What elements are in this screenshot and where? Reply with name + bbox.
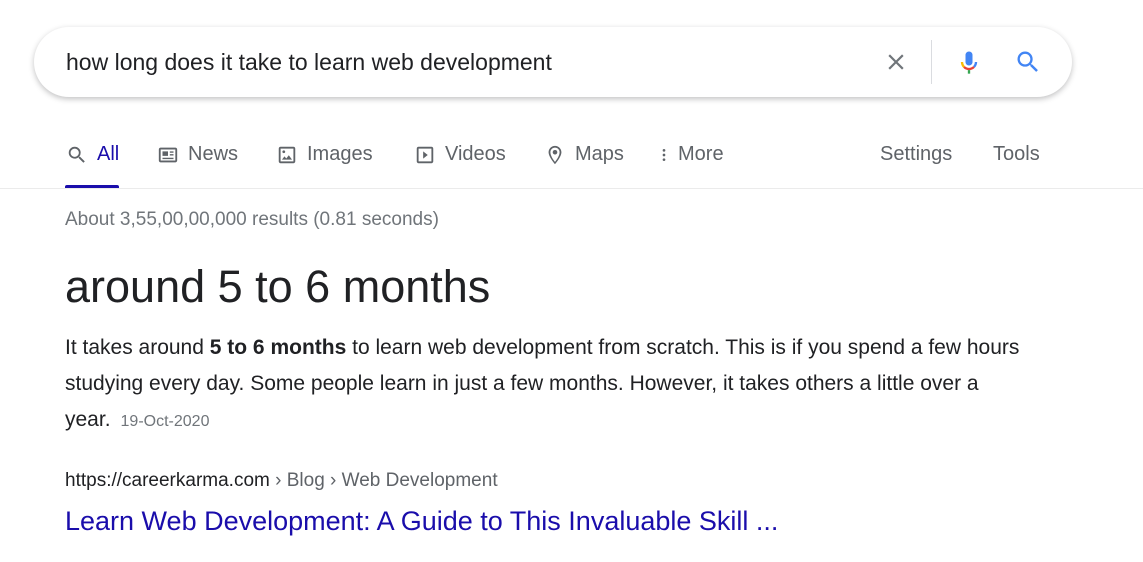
search-box-divider (931, 40, 932, 84)
result-title-link[interactable]: Learn Web Development: A Guide to This I… (65, 506, 778, 537)
snippet-highlight: 5 to 6 months (209, 336, 347, 359)
map-pin-icon (543, 143, 567, 167)
tab-maps-label: Maps (575, 143, 624, 165)
result-cite[interactable]: https://careerkarma.com › Blog › Web Dev… (65, 470, 498, 492)
result-domain: https://careerkarma.com (65, 470, 270, 491)
tab-settings[interactable]: Settings (880, 135, 952, 188)
snippet-date: 19-Oct-2020 (120, 413, 210, 430)
more-vert-icon (656, 143, 672, 167)
tab-tools-label: Tools (993, 143, 1040, 165)
search-box (34, 27, 1072, 97)
tab-news-label: News (188, 143, 239, 165)
result-stats: About 3,55,00,00,000 results (0.81 secon… (65, 209, 439, 230)
tab-images-label: Images (307, 143, 373, 165)
result-breadcrumbs: › Blog › Web Development (269, 470, 498, 491)
tab-settings-label: Settings (880, 143, 953, 165)
search-results-page: All News Images Videos Maps (0, 0, 1143, 562)
news-icon (156, 143, 180, 167)
search-button[interactable] (1008, 42, 1048, 82)
tab-videos-label: Videos (445, 143, 506, 165)
close-icon (888, 54, 904, 70)
search-icon (65, 143, 89, 167)
search-icon (1017, 51, 1038, 72)
search-input[interactable] (66, 45, 846, 79)
tab-all-label: All (97, 143, 120, 165)
tab-images[interactable]: Images (275, 135, 373, 188)
snippet-text-pre: It takes around (65, 336, 210, 359)
tab-more[interactable]: More (656, 135, 724, 188)
tabs-divider (0, 188, 1143, 189)
tab-all[interactable]: All (65, 135, 120, 188)
tab-maps[interactable]: Maps (543, 135, 624, 188)
voice-search-button[interactable] (949, 42, 989, 82)
featured-answer: around 5 to 6 months (65, 261, 491, 312)
tab-more-label: More (678, 143, 724, 165)
tab-tools[interactable]: Tools (993, 135, 1040, 188)
video-icon (413, 143, 437, 167)
search-tabs: All News Images Videos Maps More Setting… (0, 135, 1143, 188)
clear-search-button[interactable] (876, 42, 916, 82)
image-icon (275, 143, 299, 167)
featured-snippet: It takes around 5 to 6 months to learn w… (65, 330, 1055, 440)
microphone-icon (960, 51, 978, 74)
tab-videos[interactable]: Videos (413, 135, 506, 188)
tab-news[interactable]: News (156, 135, 238, 188)
